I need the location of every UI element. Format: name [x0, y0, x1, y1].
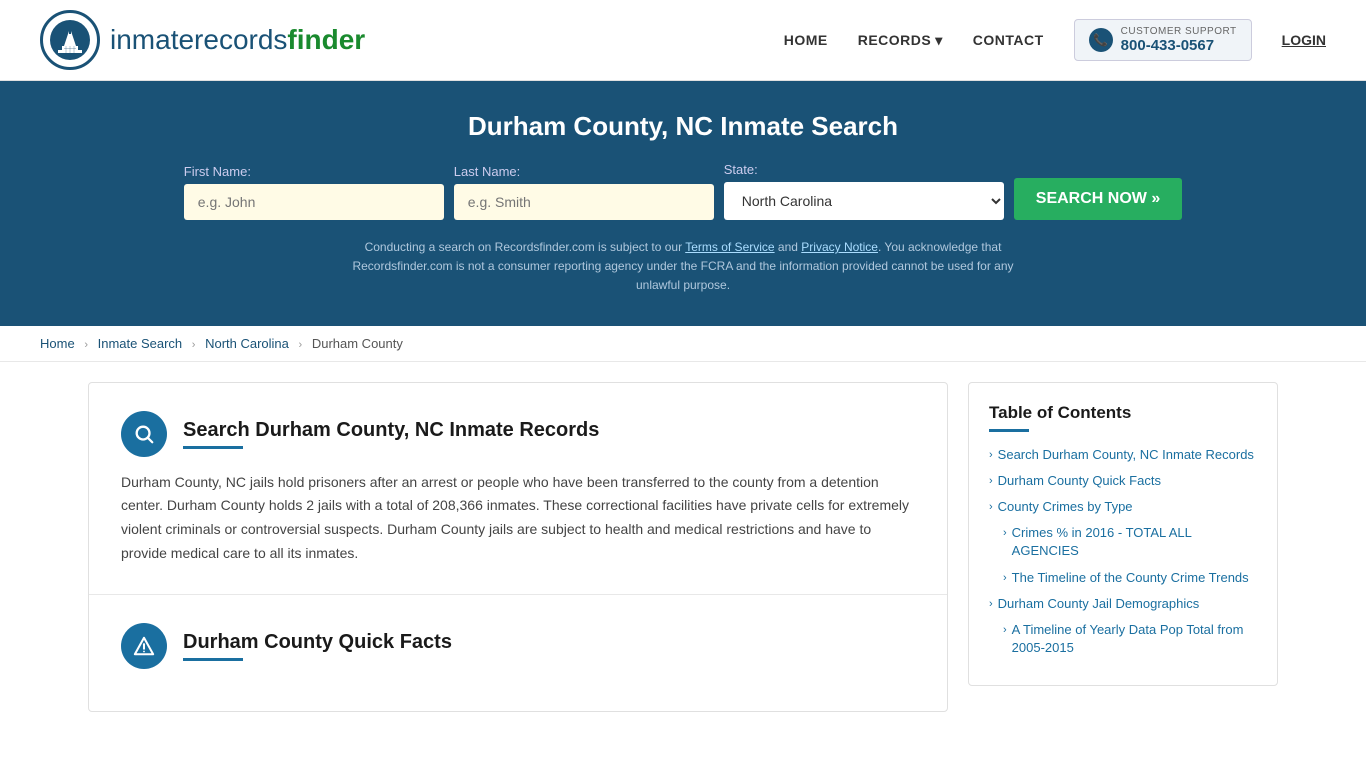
toc-list-item: ›Durham County Jail Demographics [989, 595, 1257, 613]
breadcrumb-sep-3: › [299, 339, 303, 351]
state-group: State: North Carolina [724, 162, 1004, 220]
chevron-down-icon: ▾ [935, 32, 943, 49]
toc-list-item: ›A Timeline of Yearly Data Pop Total fro… [989, 621, 1257, 657]
last-name-input[interactable] [454, 184, 714, 220]
hero-section: Durham County, NC Inmate Search First Na… [0, 81, 1366, 326]
toc-list-item: ›County Crimes by Type [989, 498, 1257, 516]
search-form: First Name: Last Name: State: North Caro… [40, 162, 1326, 220]
toc-arrow-icon: › [1003, 526, 1007, 541]
site-header: inmaterecordsfinder HOME RECORDS ▾ CONTA… [0, 0, 1366, 81]
search-section-underline [183, 446, 243, 449]
toc-link[interactable]: ›The Timeline of the County Crime Trends [1003, 569, 1257, 587]
toc-link[interactable]: ›Crimes % in 2016 - TOTAL ALL AGENCIES [1003, 524, 1257, 560]
breadcrumb-current: Durham County [312, 336, 403, 351]
toc-link[interactable]: ›County Crimes by Type [989, 498, 1257, 516]
nav-contact[interactable]: CONTACT [973, 32, 1044, 48]
state-select[interactable]: North Carolina [724, 182, 1004, 220]
toc-link[interactable]: ›Search Durham County, NC Inmate Records [989, 446, 1257, 464]
toc-arrow-icon: › [1003, 571, 1007, 586]
sidebar-toc: Table of Contents ›Search Durham County,… [968, 382, 1278, 687]
customer-support-box: 📞 CUSTOMER SUPPORT 800-433-0567 [1074, 19, 1252, 61]
toc-divider [989, 429, 1029, 432]
toc-arrow-icon: › [989, 500, 993, 515]
toc-title: Table of Contents [989, 403, 1257, 423]
quick-facts-section: Durham County Quick Facts [89, 595, 947, 711]
support-number: 800-433-0567 [1121, 37, 1237, 54]
page-title: Durham County, NC Inmate Search [40, 111, 1326, 142]
search-button[interactable]: SEARCH NOW » [1014, 178, 1182, 220]
quick-facts-underline [183, 658, 243, 661]
state-label: State: [724, 162, 758, 177]
last-name-group: Last Name: [454, 164, 714, 220]
breadcrumb-sep-1: › [84, 339, 88, 351]
toc-link[interactable]: ›A Timeline of Yearly Data Pop Total fro… [1003, 621, 1257, 657]
main-content: Search Durham County, NC Inmate Records … [48, 382, 1318, 712]
toc-list-item: ›Crimes % in 2016 - TOTAL ALL AGENCIES [989, 524, 1257, 560]
first-name-input[interactable] [184, 184, 444, 220]
nav-login[interactable]: LOGIN [1282, 32, 1326, 48]
toc-link[interactable]: ›Durham County Jail Demographics [989, 595, 1257, 613]
search-section-header: Search Durham County, NC Inmate Records [121, 411, 915, 457]
quick-facts-title: Durham County Quick Facts [183, 631, 452, 654]
nav-home[interactable]: HOME [784, 32, 828, 48]
content-area: Search Durham County, NC Inmate Records … [88, 382, 948, 712]
breadcrumb-inmate-search[interactable]: Inmate Search [98, 336, 183, 351]
search-section-body: Durham County, NC jails hold prisoners a… [121, 471, 915, 566]
quick-facts-icon [121, 623, 167, 669]
search-section-icon [121, 411, 167, 457]
search-records-section: Search Durham County, NC Inmate Records … [89, 383, 947, 595]
toc-link[interactable]: ›Durham County Quick Facts [989, 472, 1257, 490]
quick-facts-header: Durham County Quick Facts [121, 623, 915, 669]
logo-icon [40, 10, 100, 70]
first-name-group: First Name: [184, 164, 444, 220]
tos-link[interactable]: Terms of Service [685, 240, 774, 254]
disclaimer-text: Conducting a search on Recordsfinder.com… [333, 238, 1033, 296]
search-section-title: Search Durham County, NC Inmate Records [183, 419, 599, 442]
toc-arrow-icon: › [1003, 623, 1007, 638]
privacy-link[interactable]: Privacy Notice [801, 240, 878, 254]
toc-list: ›Search Durham County, NC Inmate Records… [989, 446, 1257, 658]
toc-list-item: ›The Timeline of the County Crime Trends [989, 569, 1257, 587]
toc-arrow-icon: › [989, 448, 993, 463]
phone-icon: 📞 [1089, 28, 1113, 52]
toc-list-item: ›Durham County Quick Facts [989, 472, 1257, 490]
first-name-label: First Name: [184, 164, 251, 179]
toc-list-item: ›Search Durham County, NC Inmate Records [989, 446, 1257, 464]
last-name-label: Last Name: [454, 164, 520, 179]
breadcrumb-north-carolina[interactable]: North Carolina [205, 336, 289, 351]
toc-arrow-icon: › [989, 597, 993, 612]
support-label: CUSTOMER SUPPORT [1121, 26, 1237, 37]
logo-text: inmaterecordsfinder [110, 24, 365, 56]
toc-arrow-icon: › [989, 474, 993, 489]
logo-area: inmaterecordsfinder [40, 10, 365, 70]
breadcrumb: Home › Inmate Search › North Carolina › … [0, 326, 1366, 362]
main-nav: HOME RECORDS ▾ CONTACT 📞 CUSTOMER SUPPOR… [784, 19, 1326, 61]
breadcrumb-home[interactable]: Home [40, 336, 75, 351]
nav-records[interactable]: RECORDS ▾ [858, 32, 943, 49]
breadcrumb-sep-2: › [192, 339, 196, 351]
